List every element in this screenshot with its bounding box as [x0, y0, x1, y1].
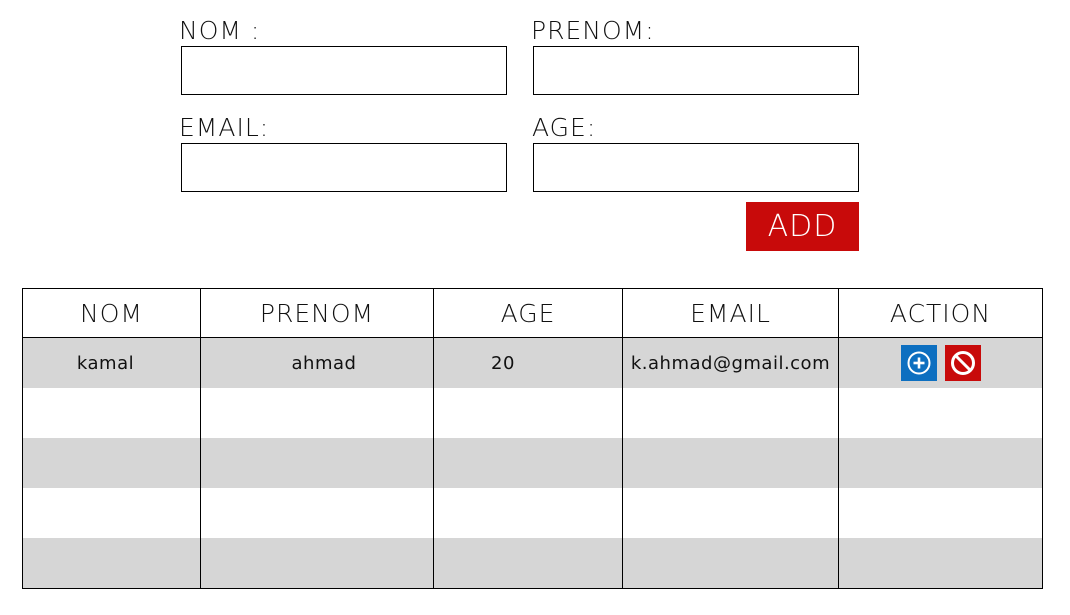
table-row: [22, 488, 1043, 538]
cell-action: [838, 538, 1043, 589]
cell-nom: [22, 438, 201, 488]
column-header-email: EMAIL: [622, 288, 839, 338]
table-row: [22, 538, 1043, 589]
cell-action: [838, 488, 1043, 538]
cell-prenom: ahmad: [200, 337, 434, 388]
cell-prenom: [200, 538, 434, 589]
edit-button[interactable]: [900, 345, 937, 381]
cell-nom: [22, 538, 201, 589]
column-header-nom: NOM: [22, 288, 201, 338]
nom-label: NOM :: [179, 16, 261, 45]
cell-age: [433, 388, 623, 438]
nom-input[interactable]: [181, 46, 507, 95]
column-header-action: ACTION: [838, 288, 1043, 338]
plus-circle-icon: [906, 350, 932, 376]
add-button[interactable]: ADD: [746, 202, 859, 251]
users-table: NOM PRENOM AGE EMAIL ACTION kamal ahmad …: [22, 288, 1043, 589]
cell-nom: [22, 488, 201, 538]
cell-prenom: [200, 438, 434, 488]
email-label: EMAIL:: [179, 113, 270, 142]
column-header-prenom: PRENOM: [200, 288, 434, 338]
email-input[interactable]: [181, 143, 507, 192]
prenom-label: PRENOM:: [531, 16, 655, 45]
table-header-row: NOM PRENOM AGE EMAIL ACTION: [22, 288, 1043, 338]
cell-nom: kamal: [22, 337, 201, 388]
cell-email: [622, 388, 839, 438]
cell-prenom: [200, 488, 434, 538]
column-header-age: AGE: [433, 288, 623, 338]
cell-email: [622, 488, 839, 538]
cell-age: 20: [433, 337, 623, 388]
cell-prenom: [200, 388, 434, 438]
cell-age: [433, 538, 623, 589]
age-label: AGE:: [532, 113, 597, 142]
cell-age: [433, 488, 623, 538]
cell-age: [433, 438, 623, 488]
cell-action: [838, 388, 1043, 438]
table-row: [22, 388, 1043, 438]
table-row: [22, 438, 1043, 488]
cell-email: [622, 438, 839, 488]
age-input[interactable]: [533, 143, 859, 192]
delete-button[interactable]: [944, 345, 981, 381]
block-icon: [950, 350, 976, 376]
cell-action: [838, 337, 1043, 388]
prenom-input[interactable]: [533, 46, 859, 95]
cell-email: k.ahmad@gmail.com: [622, 337, 839, 388]
cell-action: [838, 438, 1043, 488]
cell-email: [622, 538, 839, 589]
table-row: kamal ahmad 20 k.ahmad@gmail.com: [22, 337, 1043, 388]
cell-nom: [22, 388, 201, 438]
